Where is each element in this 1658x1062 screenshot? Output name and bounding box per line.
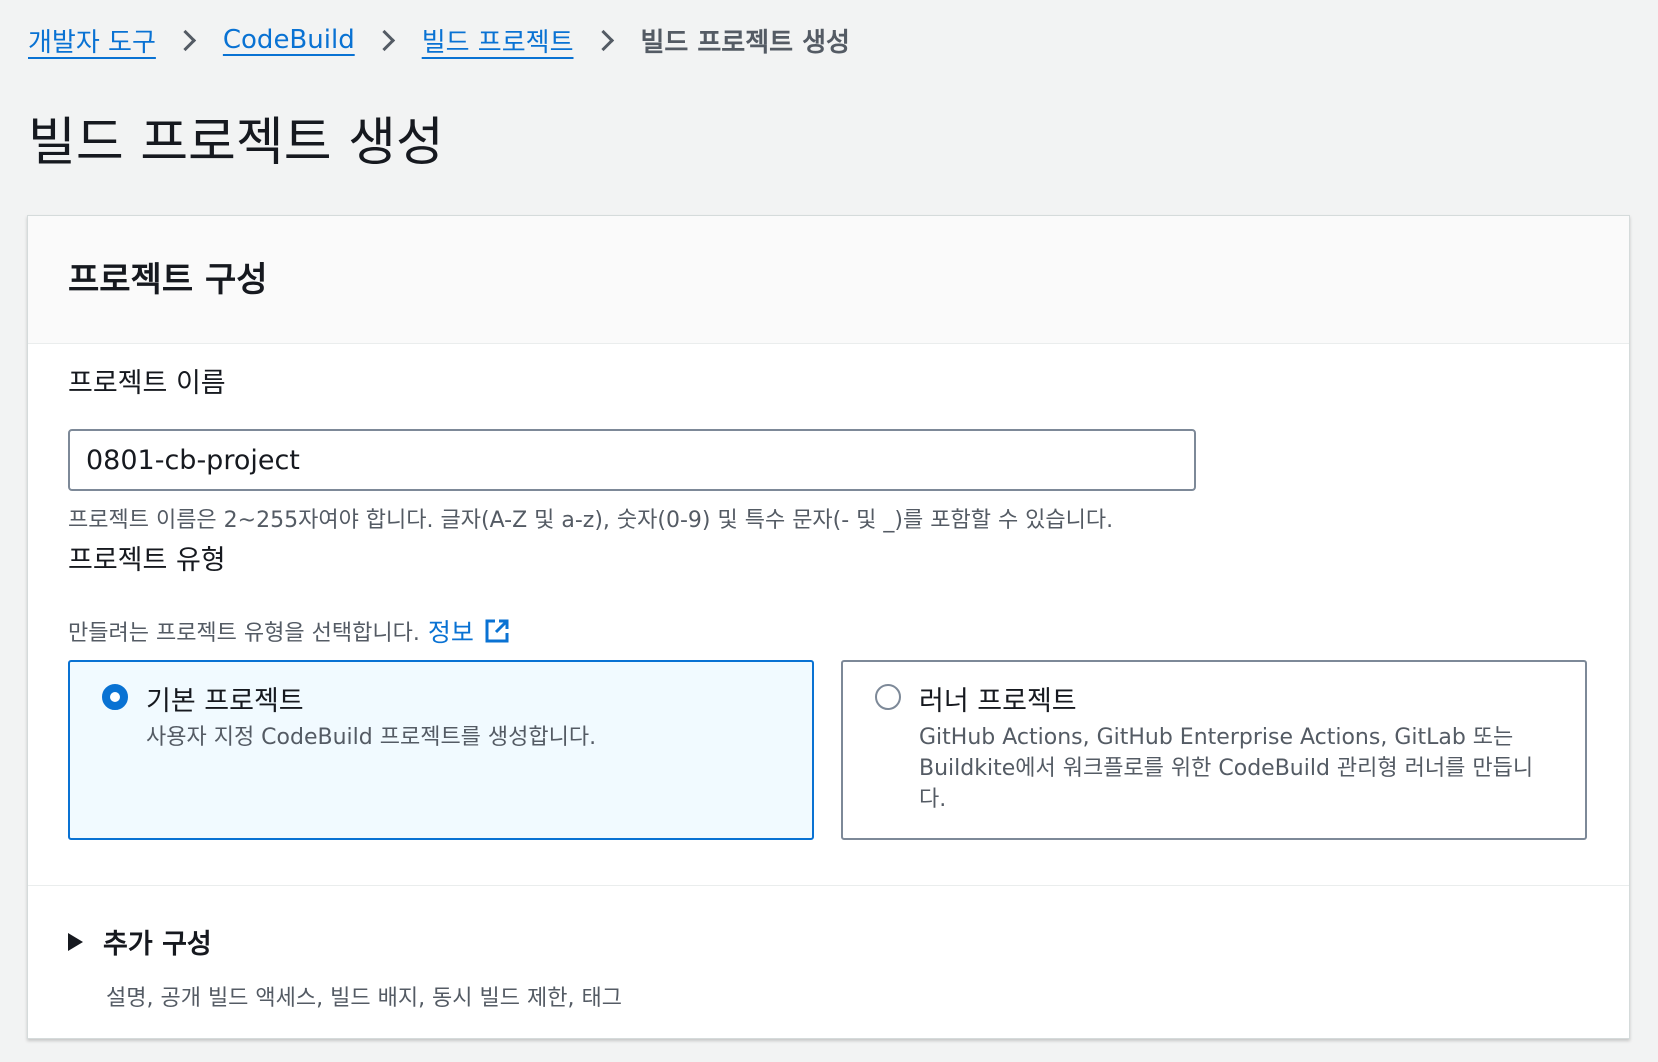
page-title: 빌드 프로젝트 생성 (28, 113, 444, 173)
breadcrumb-codebuild[interactable]: CodeBuild (223, 25, 355, 55)
chevron-right-icon (373, 29, 395, 51)
chevron-right-icon (174, 29, 196, 51)
breadcrumb-current: 빌드 프로젝트 생성 (640, 27, 850, 58)
section-divider (28, 885, 1629, 886)
additional-config-title: 추가 구성 (103, 929, 212, 960)
breadcrumb-build-projects[interactable]: 빌드 프로젝트 (422, 22, 574, 59)
project-config-panel: 프로젝트 구성 프로젝트 이름 프로젝트 이름은 2~255자여야 합니다. 글… (27, 215, 1630, 1039)
panel-title: 프로젝트 구성 (68, 260, 268, 300)
project-name-label: 프로젝트 이름 (68, 368, 226, 399)
breadcrumb-developer-tools[interactable]: 개발자 도구 (28, 22, 156, 59)
chevron-right-icon (592, 29, 614, 51)
project-name-input[interactable] (68, 429, 1196, 491)
tile-runner-project-title: 러너 프로젝트 (919, 686, 1077, 717)
radio-default-project[interactable] (102, 684, 128, 710)
tile-default-project[interactable]: 기본 프로젝트 사용자 지정 CodeBuild 프로젝트를 생성합니다. (68, 660, 814, 840)
additional-config-description: 설명, 공개 빌드 액세스, 빌드 배지, 동시 빌드 제한, 태그 (106, 986, 622, 1011)
panel-header: 프로젝트 구성 (28, 216, 1629, 344)
tile-default-project-desc: 사용자 지정 CodeBuild 프로젝트를 생성합니다. (146, 725, 597, 750)
tile-runner-project[interactable]: 러너 프로젝트 GitHub Actions, GitHub Enterpris… (841, 660, 1587, 840)
external-link-icon (485, 619, 509, 643)
info-link[interactable]: 정보 (428, 613, 510, 649)
project-type-description: 만들려는 프로젝트 유형을 선택합니다. 정보 (68, 613, 510, 649)
project-type-description-text: 만들려는 프로젝트 유형을 선택합니다. (68, 621, 420, 646)
additional-config-toggle[interactable]: 추가 구성 (68, 922, 212, 961)
radio-runner-project[interactable] (875, 684, 901, 710)
caret-right-icon (68, 932, 83, 951)
info-link-label: 정보 (427, 618, 474, 647)
breadcrumb: 개발자 도구 CodeBuild 빌드 프로젝트 빌드 프로젝트 생성 (28, 20, 850, 60)
tile-runner-project-desc: GitHub Actions, GitHub Enterprise Action… (919, 725, 1534, 812)
tile-default-project-title: 기본 프로젝트 (146, 686, 304, 717)
project-type-label: 프로젝트 유형 (68, 545, 226, 576)
project-name-constraint: 프로젝트 이름은 2~255자여야 합니다. 글자(A-Z 및 a-z), 숫자… (68, 508, 1114, 533)
